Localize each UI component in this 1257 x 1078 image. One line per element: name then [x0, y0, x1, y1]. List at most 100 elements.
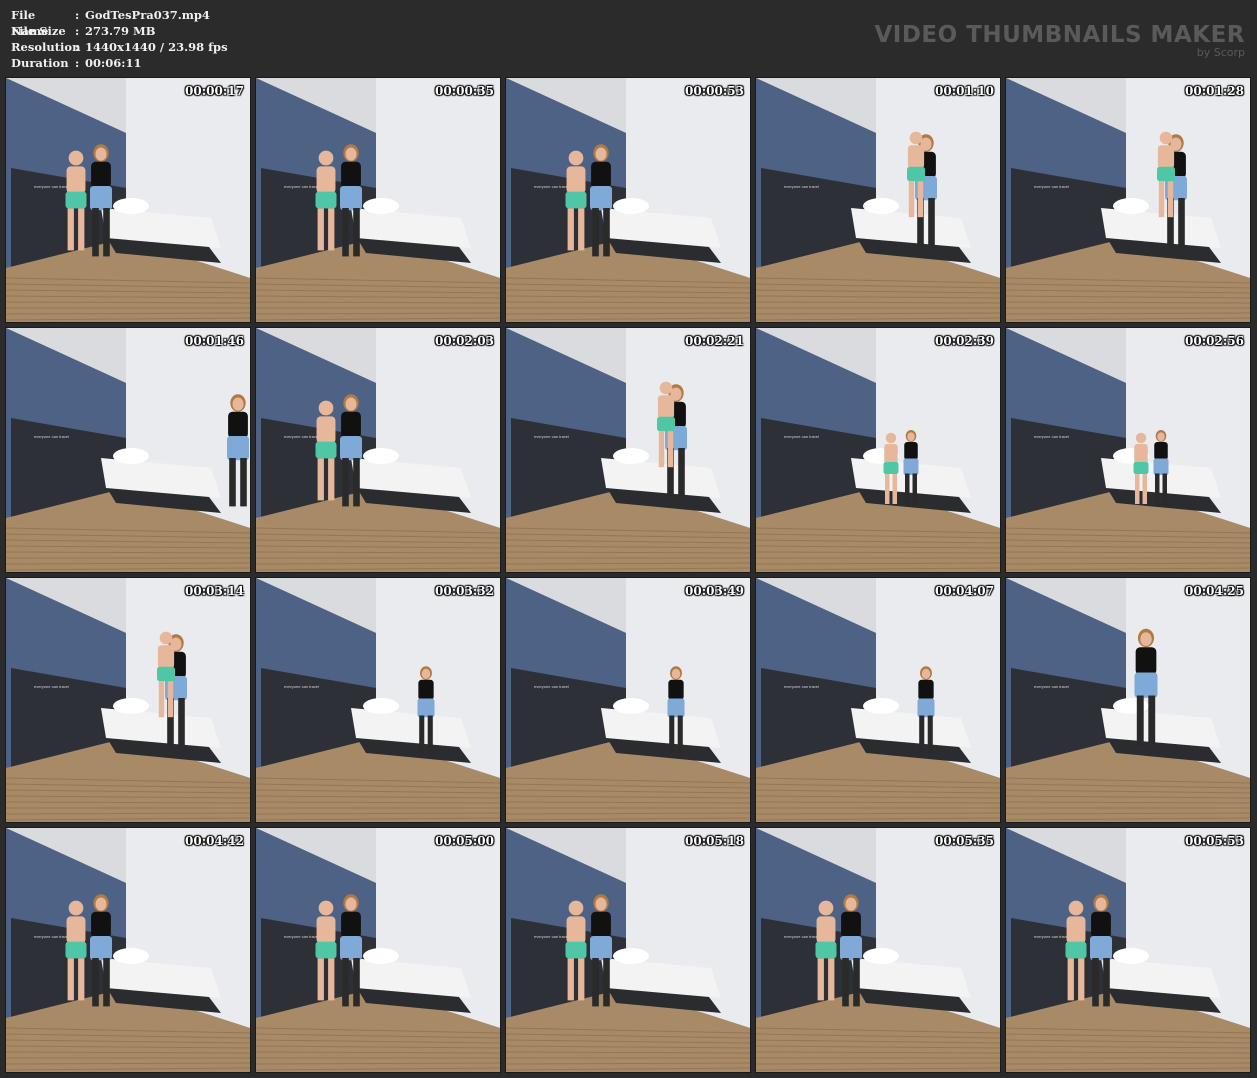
info-row: File Name: GodTesPra037.mp4	[11, 7, 228, 38]
thumbnail[interactable]: everyone can travel 00:02:21	[505, 327, 751, 573]
thumbnail[interactable]: everyone can travel 00:05:18	[505, 827, 751, 1073]
wall-text: everyone can travel	[34, 184, 69, 189]
thumbnail-scene: everyone can travel	[256, 828, 500, 1072]
file-info: File Name: GodTesPra037.mp4 File Size:273.…	[11, 7, 228, 71]
wall-text: everyone can travel	[1034, 934, 1069, 939]
thumbnail-scene: everyone can travel	[256, 78, 500, 322]
info-value: 273.79 MB	[85, 24, 156, 38]
thumbnail-timestamp: 00:02:03	[435, 334, 494, 348]
thumbnail-timestamp: 00:00:53	[685, 84, 744, 98]
thumbnail[interactable]: everyone can travel 00:00:53	[505, 77, 751, 323]
thumbnail[interactable]: everyone can travel 00:03:14	[5, 577, 251, 823]
wall-text: everyone can travel	[784, 684, 819, 689]
thumbnail-scene: everyone can travel	[6, 78, 250, 322]
brand-title: VIDEO THUMBNAILS MAKER	[874, 22, 1245, 48]
thumbnail-scene: everyone can travel	[1006, 828, 1250, 1072]
thumbnail-timestamp: 00:05:53	[1185, 834, 1244, 848]
thumbnail-timestamp: 00:03:49	[685, 584, 744, 598]
info-row: File Size:273.79 MB	[11, 23, 228, 39]
wall-text: everyone can travel	[284, 934, 319, 939]
thumbnail-timestamp: 00:05:00	[435, 834, 494, 848]
thumbnail-timestamp: 00:05:35	[935, 834, 994, 848]
info-key: File Name	[11, 8, 49, 38]
info-key: Resolution	[11, 40, 81, 54]
thumbnail-scene: everyone can travel	[1006, 78, 1250, 322]
thumbnail[interactable]: everyone can travel 00:03:32	[255, 577, 501, 823]
thumbnail-scene: everyone can travel	[1006, 578, 1250, 822]
wall-text: everyone can travel	[534, 684, 569, 689]
thumbnail[interactable]: everyone can travel 00:05:00	[255, 827, 501, 1073]
thumbnail[interactable]: everyone can travel 00:05:35	[755, 827, 1001, 1073]
brand-subtitle: by Scorp	[1196, 46, 1245, 59]
info-separator: :	[75, 40, 80, 54]
thumbnail[interactable]: everyone can travel 00:04:42	[5, 827, 251, 1073]
thumbnail[interactable]: everyone can travel 00:00:17	[5, 77, 251, 323]
thumbnail-scene: everyone can travel	[756, 78, 1000, 322]
wall-text: everyone can travel	[284, 434, 319, 439]
thumbnail-scene: everyone can travel	[756, 578, 1000, 822]
thumbnail-scene: everyone can travel	[1006, 328, 1250, 572]
thumbnail[interactable]: everyone can travel 00:05:53	[1005, 827, 1251, 1073]
info-value: 00:06:11	[85, 56, 142, 70]
thumbnail-scene: everyone can travel	[256, 578, 500, 822]
thumbnail-scene: everyone can travel	[6, 828, 250, 1072]
thumbnail-scene: everyone can travel	[506, 578, 750, 822]
info-separator: :	[75, 24, 80, 38]
wall-text: everyone can travel	[1034, 434, 1069, 439]
thumbnail-timestamp: 00:03:32	[435, 584, 494, 598]
thumbnail-timestamp: 00:01:10	[935, 84, 994, 98]
thumbnail-scene: everyone can travel	[6, 328, 250, 572]
thumbnail-timestamp: 00:00:35	[435, 84, 494, 98]
thumbnail[interactable]: everyone can travel 00:02:03	[255, 327, 501, 573]
wall-text: everyone can travel	[534, 934, 569, 939]
thumbnail-scene: everyone can travel	[6, 578, 250, 822]
thumbnail[interactable]: everyone can travel 00:01:46	[5, 327, 251, 573]
wall-text: everyone can travel	[34, 934, 69, 939]
thumbnail[interactable]: everyone can travel 00:04:07	[755, 577, 1001, 823]
thumbnail[interactable]: everyone can travel 00:04:25	[1005, 577, 1251, 823]
thumbnail-timestamp: 00:05:18	[685, 834, 744, 848]
wall-text: everyone can travel	[284, 184, 319, 189]
wall-text: everyone can travel	[534, 184, 569, 189]
thumbnail-scene: everyone can travel	[506, 828, 750, 1072]
wall-text: everyone can travel	[784, 434, 819, 439]
info-key: File Size	[11, 24, 66, 38]
thumbnail-timestamp: 00:00:17	[185, 84, 244, 98]
info-value: GodTesPra037.mp4	[85, 8, 210, 22]
info-row: Duration:00:06:11	[11, 55, 228, 71]
header: File Name: GodTesPra037.mp4 File Size:273.…	[0, 0, 1257, 76]
wall-text: everyone can travel	[34, 684, 69, 689]
thumbnail-timestamp: 00:03:14	[185, 584, 244, 598]
info-key: Duration	[11, 56, 69, 70]
thumbnail-timestamp: 00:04:42	[185, 834, 244, 848]
wall-text: everyone can travel	[1034, 184, 1069, 189]
thumbnail-scene: everyone can travel	[506, 328, 750, 572]
thumbnail[interactable]: everyone can travel 00:01:28	[1005, 77, 1251, 323]
thumbnail-timestamp: 00:01:28	[1185, 84, 1244, 98]
brand: VIDEO THUMBNAILS MAKER by Scorp	[874, 22, 1245, 59]
info-row: Resolution:1440x1440 / 23.98 fps	[11, 39, 228, 55]
thumbnail-timestamp: 00:02:39	[935, 334, 994, 348]
thumbnail-timestamp: 00:04:25	[1185, 584, 1244, 598]
thumbnail-scene: everyone can travel	[756, 828, 1000, 1072]
thumbnail[interactable]: everyone can travel 00:02:39	[755, 327, 1001, 573]
wall-text: everyone can travel	[534, 434, 569, 439]
thumbnail-timestamp: 00:01:46	[185, 334, 244, 348]
thumbnail[interactable]: everyone can travel 00:03:49	[505, 577, 751, 823]
thumbnail-timestamp: 00:02:56	[1185, 334, 1244, 348]
thumbnail[interactable]: everyone can travel 00:00:35	[255, 77, 501, 323]
thumbnail[interactable]: everyone can travel 00:02:56	[1005, 327, 1251, 573]
wall-text: everyone can travel	[34, 434, 69, 439]
thumbnail-timestamp: 00:02:21	[685, 334, 744, 348]
info-value: 1440x1440 / 23.98 fps	[85, 40, 228, 54]
wall-text: everyone can travel	[784, 934, 819, 939]
info-separator: :	[75, 8, 80, 22]
thumbnail-timestamp: 00:04:07	[935, 584, 994, 598]
thumbnail-scene: everyone can travel	[506, 78, 750, 322]
wall-text: everyone can travel	[784, 184, 819, 189]
thumbnail-grid: everyone can travel 00:00:17 everyone can …	[5, 77, 1252, 1074]
thumbnail-scene: everyone can travel	[256, 328, 500, 572]
thumbnail[interactable]: everyone can travel 00:01:10	[755, 77, 1001, 323]
info-separator: :	[75, 56, 80, 70]
wall-text: everyone can travel	[1034, 684, 1069, 689]
